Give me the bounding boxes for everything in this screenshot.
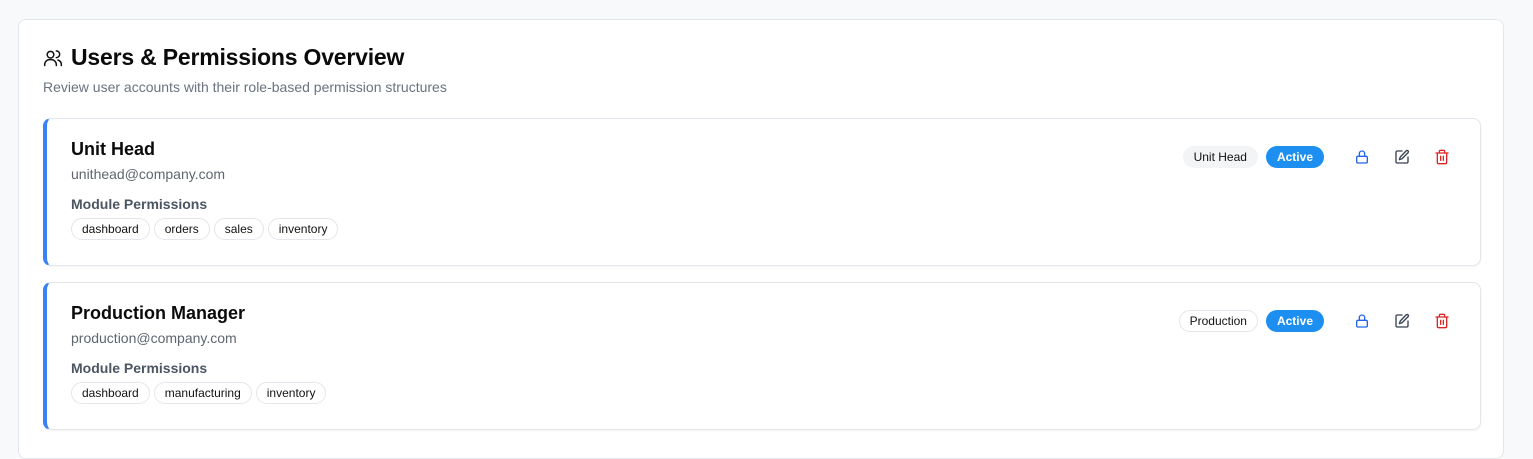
delete-button[interactable] xyxy=(1428,307,1456,335)
panel-header: Users & Permissions Overview Review user… xyxy=(43,44,447,95)
users-permissions-panel: Users & Permissions Overview Review user… xyxy=(18,19,1504,459)
trash-icon xyxy=(1435,313,1449,329)
user-info: Unit Head unithead@company.com Module Pe… xyxy=(71,139,339,240)
delete-button[interactable] xyxy=(1428,143,1456,171)
permission-tag: manufacturing xyxy=(153,382,252,404)
edit-icon xyxy=(1395,149,1410,164)
user-email: unithead@company.com xyxy=(71,166,226,182)
permission-tag: inventory xyxy=(255,382,327,404)
permission-list: dashboard orders sales inventory xyxy=(71,218,339,240)
role-badge: Production xyxy=(1178,310,1258,332)
permissions-lock-button[interactable] xyxy=(1348,307,1376,335)
edit-icon xyxy=(1395,313,1410,328)
permission-tag: sales xyxy=(213,218,264,240)
status-badge: Active xyxy=(1265,146,1324,168)
user-actions: Unit Head Active xyxy=(1182,143,1456,171)
user-card: Production Manager production@company.co… xyxy=(43,282,1481,430)
user-info: Production Manager production@company.co… xyxy=(71,303,327,404)
users-icon xyxy=(43,48,63,68)
permission-list: dashboard manufacturing inventory xyxy=(71,382,327,404)
user-name: Unit Head xyxy=(71,139,156,159)
lock-icon xyxy=(1356,150,1368,164)
lock-icon xyxy=(1356,314,1368,328)
permission-tag: inventory xyxy=(267,218,339,240)
edit-button[interactable] xyxy=(1388,143,1416,171)
trash-icon xyxy=(1435,149,1449,165)
permissions-lock-button[interactable] xyxy=(1348,143,1376,171)
edit-button[interactable] xyxy=(1388,307,1416,335)
status-badge: Active xyxy=(1265,310,1324,332)
page-subtitle: Review user accounts with their role-bas… xyxy=(43,79,447,95)
permission-tag: dashboard xyxy=(71,382,150,404)
role-badge: Unit Head xyxy=(1182,146,1258,168)
permission-tag: orders xyxy=(153,218,210,240)
user-name: Production Manager xyxy=(71,303,246,323)
user-email: production@company.com xyxy=(71,330,237,346)
page-title: Users & Permissions Overview xyxy=(71,44,405,70)
user-card: Unit Head unithead@company.com Module Pe… xyxy=(43,118,1481,266)
title-row: Users & Permissions Overview xyxy=(43,44,447,71)
permission-tag: dashboard xyxy=(71,218,150,240)
module-permissions-label: Module Permissions xyxy=(71,196,208,212)
module-permissions-label: Module Permissions xyxy=(71,360,208,376)
user-actions: Production Active xyxy=(1178,307,1456,335)
